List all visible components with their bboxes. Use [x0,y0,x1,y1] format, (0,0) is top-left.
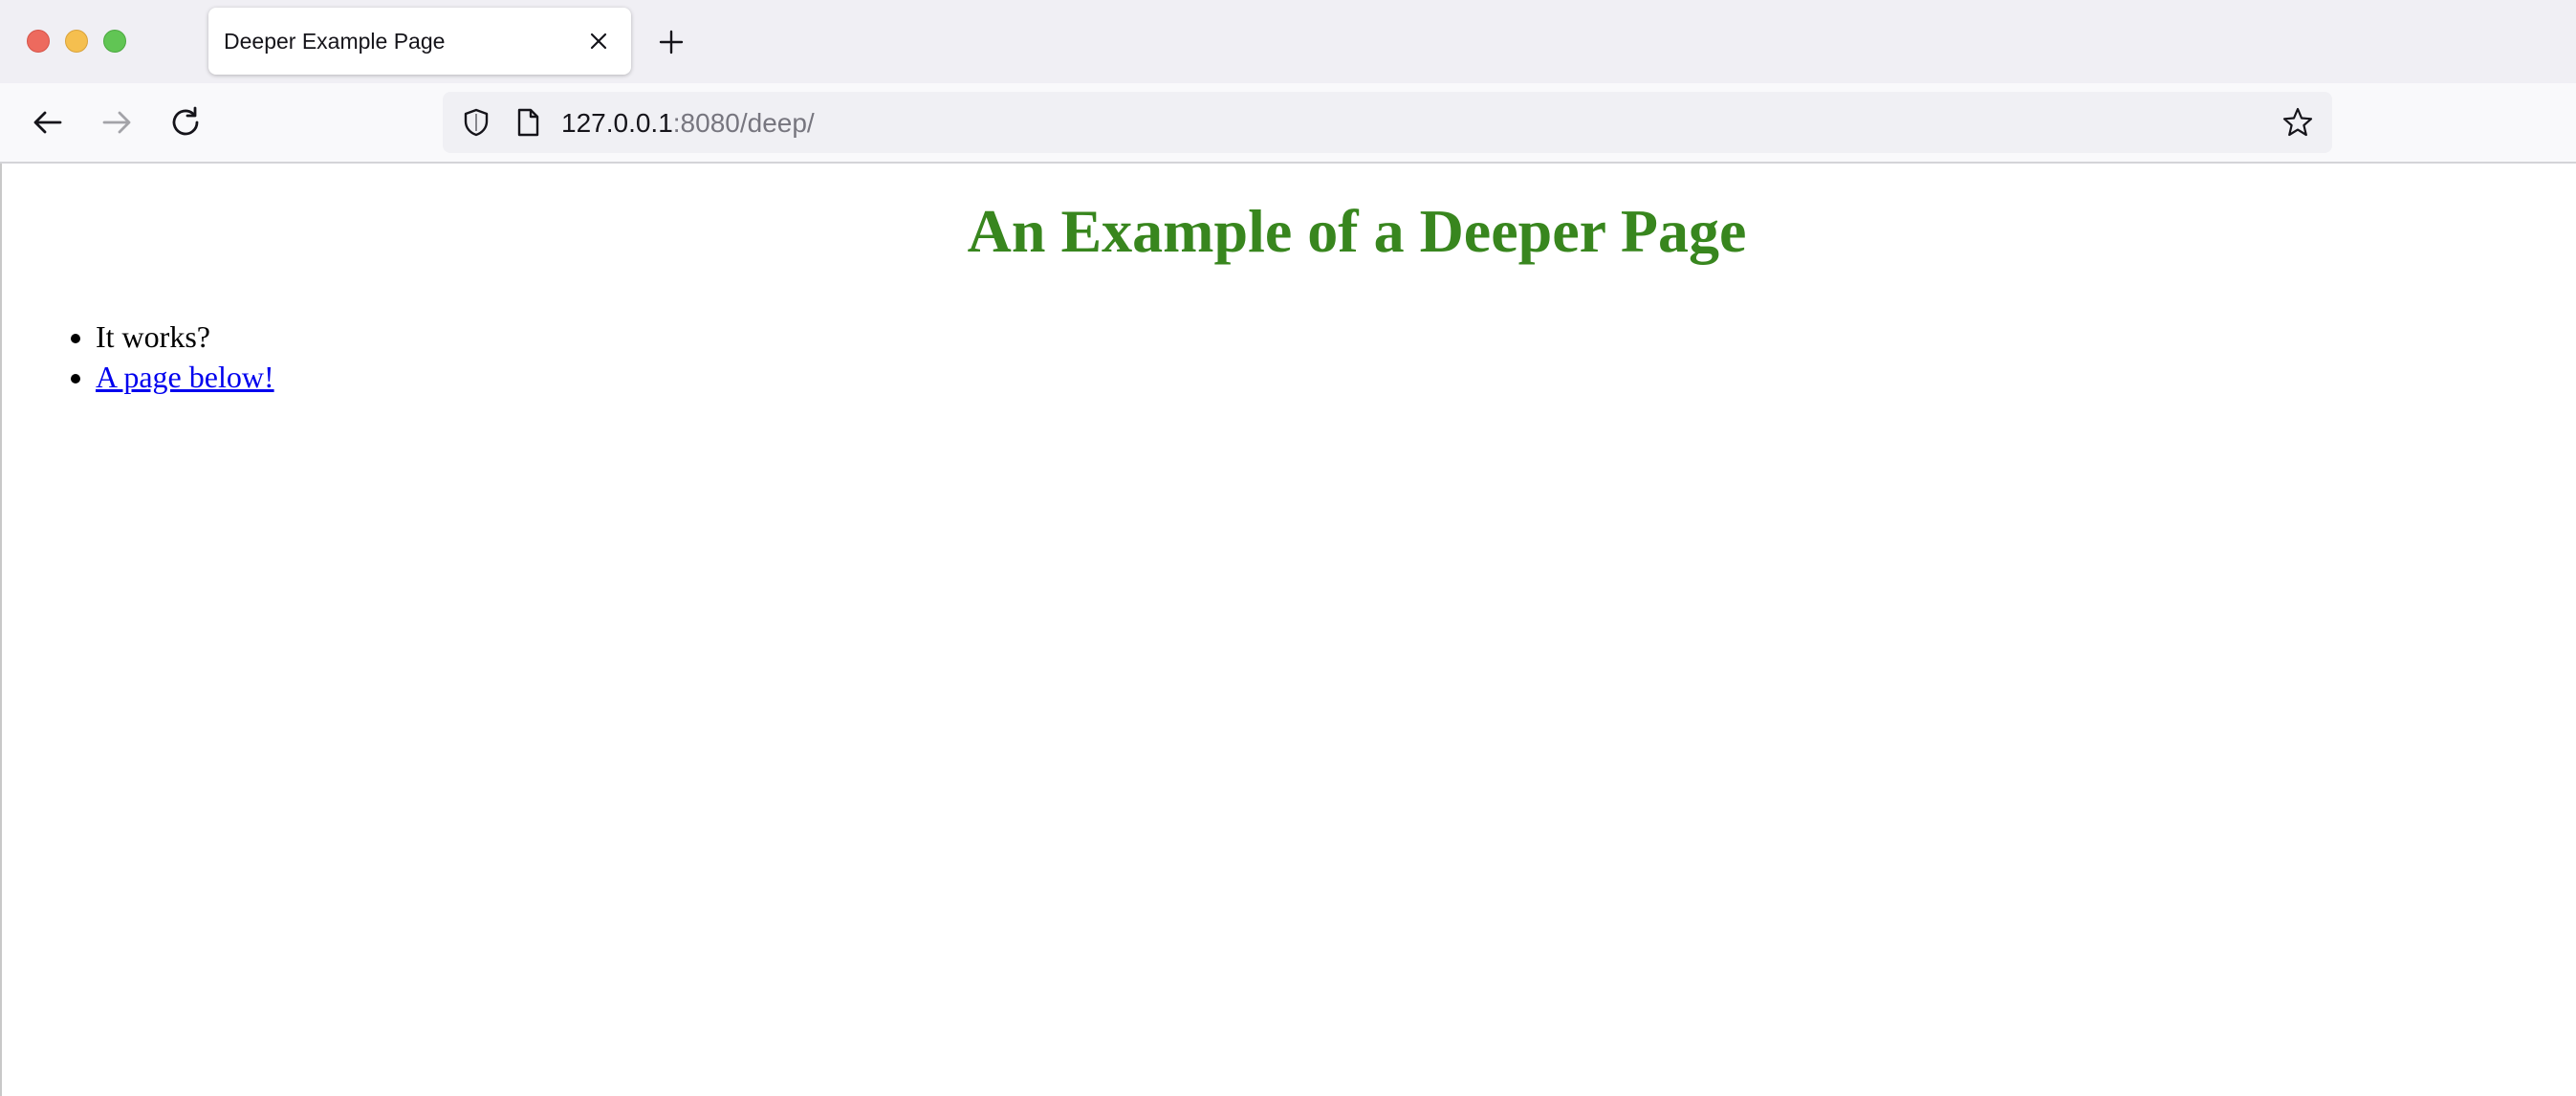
tab-title: Deeper Example Page [224,29,446,54]
page-below-link[interactable]: A page below! [96,360,274,394]
forward-arrow-icon[interactable] [95,100,139,144]
window-zoom-button[interactable] [103,30,126,53]
back-arrow-icon[interactable] [26,100,70,144]
page-icon[interactable] [513,106,542,139]
url-host: 127.0.0.1 [561,108,673,138]
list-item: A page below! [96,357,274,397]
star-icon[interactable] [2281,105,2315,140]
window-minimize-button[interactable] [65,30,88,53]
close-icon[interactable] [581,24,616,58]
plus-icon[interactable] [652,23,690,61]
page-heading: An Example of a Deeper Page [967,197,1747,265]
list-item: It works? [96,317,274,357]
url-text[interactable]: 127.0.0.1:8080/deep/ [561,108,815,139]
shield-icon[interactable] [460,106,492,139]
bullet-list: It works? A page below! [31,317,274,397]
window-close-button[interactable] [27,30,50,53]
list-item-text: It works? [96,319,210,354]
url-path: :8080/deep/ [672,108,815,138]
reload-icon[interactable] [164,100,207,144]
url-bar[interactable]: 127.0.0.1:8080/deep/ [443,92,2332,153]
tab-deeper-example-page[interactable]: Deeper Example Page [208,8,631,75]
page-content: An Example of a Deeper Page It works? A … [0,164,2576,1096]
browser-titlebar: Deeper Example Page [0,0,2576,83]
browser-toolbar: 127.0.0.1:8080/deep/ [0,83,2576,164]
